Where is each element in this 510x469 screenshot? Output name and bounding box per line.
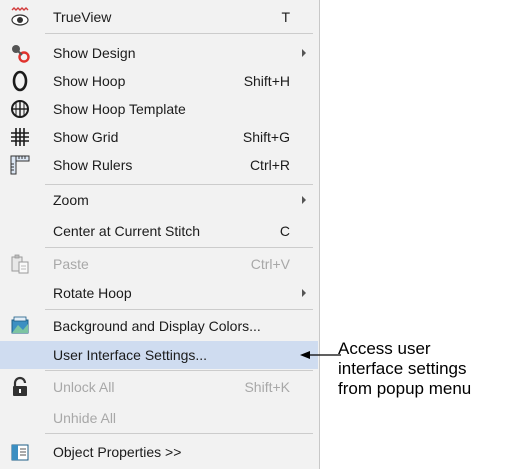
callout-line: Access user (338, 339, 431, 358)
callout-line: interface settings (338, 359, 467, 378)
callout-text: Access user interface settings from popu… (338, 339, 471, 399)
callout-line: from popup menu (338, 379, 472, 398)
